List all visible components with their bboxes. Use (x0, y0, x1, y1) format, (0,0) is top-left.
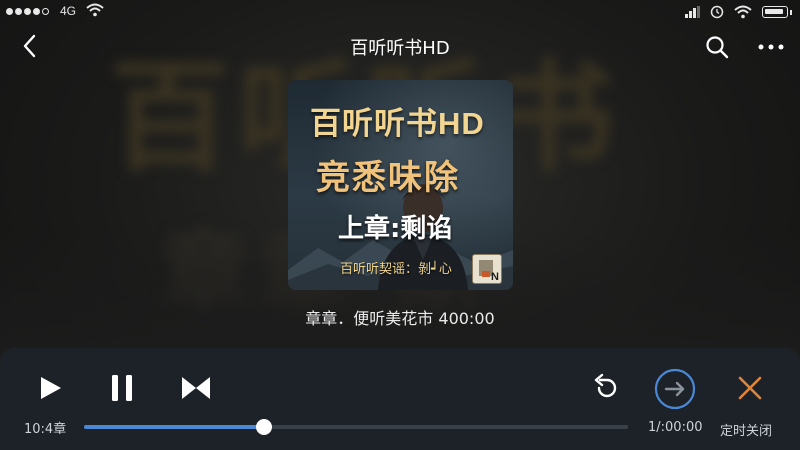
progress-bar[interactable] (84, 419, 628, 435)
network-type: 4G (60, 4, 77, 18)
album-cover[interactable]: 百听听书HD 竞悉味除 上章:剩谄 百听听契谣：剝┙心 N (288, 80, 513, 290)
page-title: 百听听书HD (350, 38, 450, 59)
total-time: 1/:00:00 (648, 420, 703, 435)
pause-icon[interactable] (108, 372, 136, 404)
current-time: 10:4章 (24, 422, 67, 437)
progress-fill (84, 425, 264, 429)
cover-headline: 竞悉味除 (316, 158, 460, 198)
cover-badge: N (472, 254, 502, 284)
status-bar: 4G (0, 0, 800, 26)
cover-brand: 百听听书HD (310, 98, 485, 143)
player-panel: 10:4章 1/:00:00 定时关闭 (0, 348, 800, 450)
cover-chapter-title: 上章:剩谄 (338, 214, 453, 244)
progress-thumb[interactable] (255, 419, 272, 435)
cover-caption: 百听听契谣：剝┙心 (340, 262, 452, 277)
cover-brand-hd: HD (438, 106, 485, 141)
cover-brand-text: 百听听书 (310, 106, 438, 142)
wifi-icon (86, 3, 104, 17)
alarm-icon (710, 5, 724, 19)
battery-icon (762, 6, 788, 18)
signal-dots-icon (6, 8, 49, 15)
close-icon[interactable] (736, 374, 764, 402)
play-icon[interactable] (36, 374, 64, 402)
nav-bar: 百听听书HD (0, 28, 800, 64)
forward-icon[interactable] (654, 368, 696, 410)
more-dots-icon[interactable] (756, 34, 786, 60)
track-info: 章章．便听美花市 400:00 (305, 309, 495, 328)
cover-badge-letter: N (491, 271, 499, 283)
cell-bars-icon (685, 6, 700, 18)
search-icon[interactable] (704, 34, 730, 60)
battery-cap (790, 9, 792, 15)
next-icon[interactable] (180, 374, 212, 402)
wifi-icon (734, 5, 752, 19)
chevron-left-icon[interactable] (18, 32, 42, 60)
replay-icon[interactable] (590, 372, 618, 402)
sleep-timer-button[interactable]: 定时关闭 (720, 420, 772, 439)
